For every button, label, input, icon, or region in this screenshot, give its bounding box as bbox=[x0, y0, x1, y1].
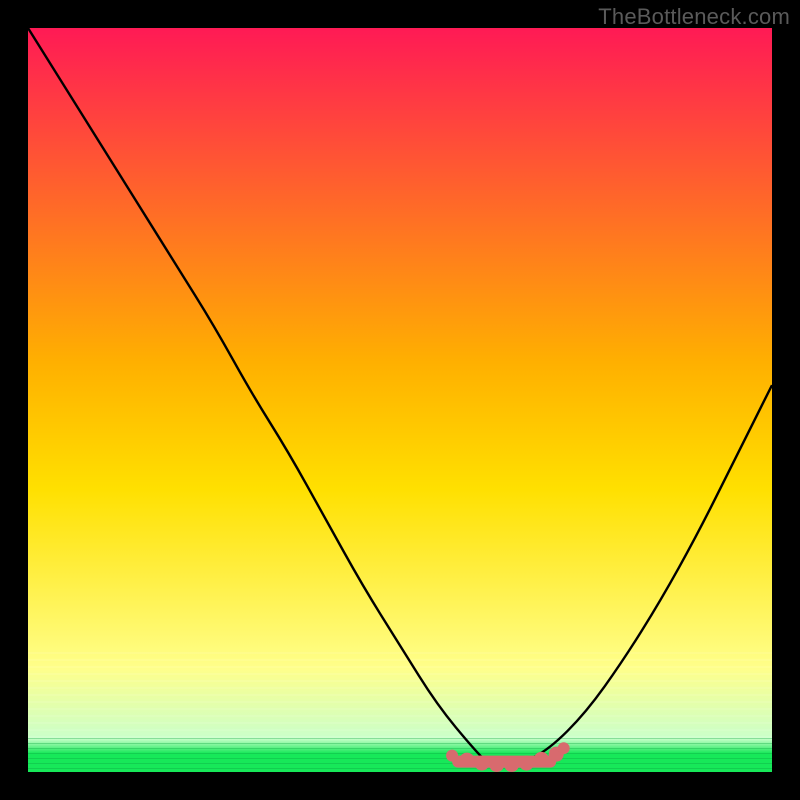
marker-dot bbox=[504, 757, 519, 772]
marker-dot bbox=[534, 752, 549, 767]
plot-area bbox=[28, 28, 772, 772]
marker-dot bbox=[446, 750, 458, 762]
chart-frame: TheBottleneck.com bbox=[0, 0, 800, 800]
curve-layer bbox=[28, 28, 772, 772]
marker-dot bbox=[489, 757, 504, 772]
marker-dot bbox=[459, 753, 474, 768]
marker-dot bbox=[474, 756, 489, 771]
watermark-text: TheBottleneck.com bbox=[598, 4, 790, 30]
marker-dot bbox=[558, 742, 570, 754]
bottleneck-curve bbox=[28, 28, 772, 765]
marker-dot bbox=[519, 756, 534, 771]
